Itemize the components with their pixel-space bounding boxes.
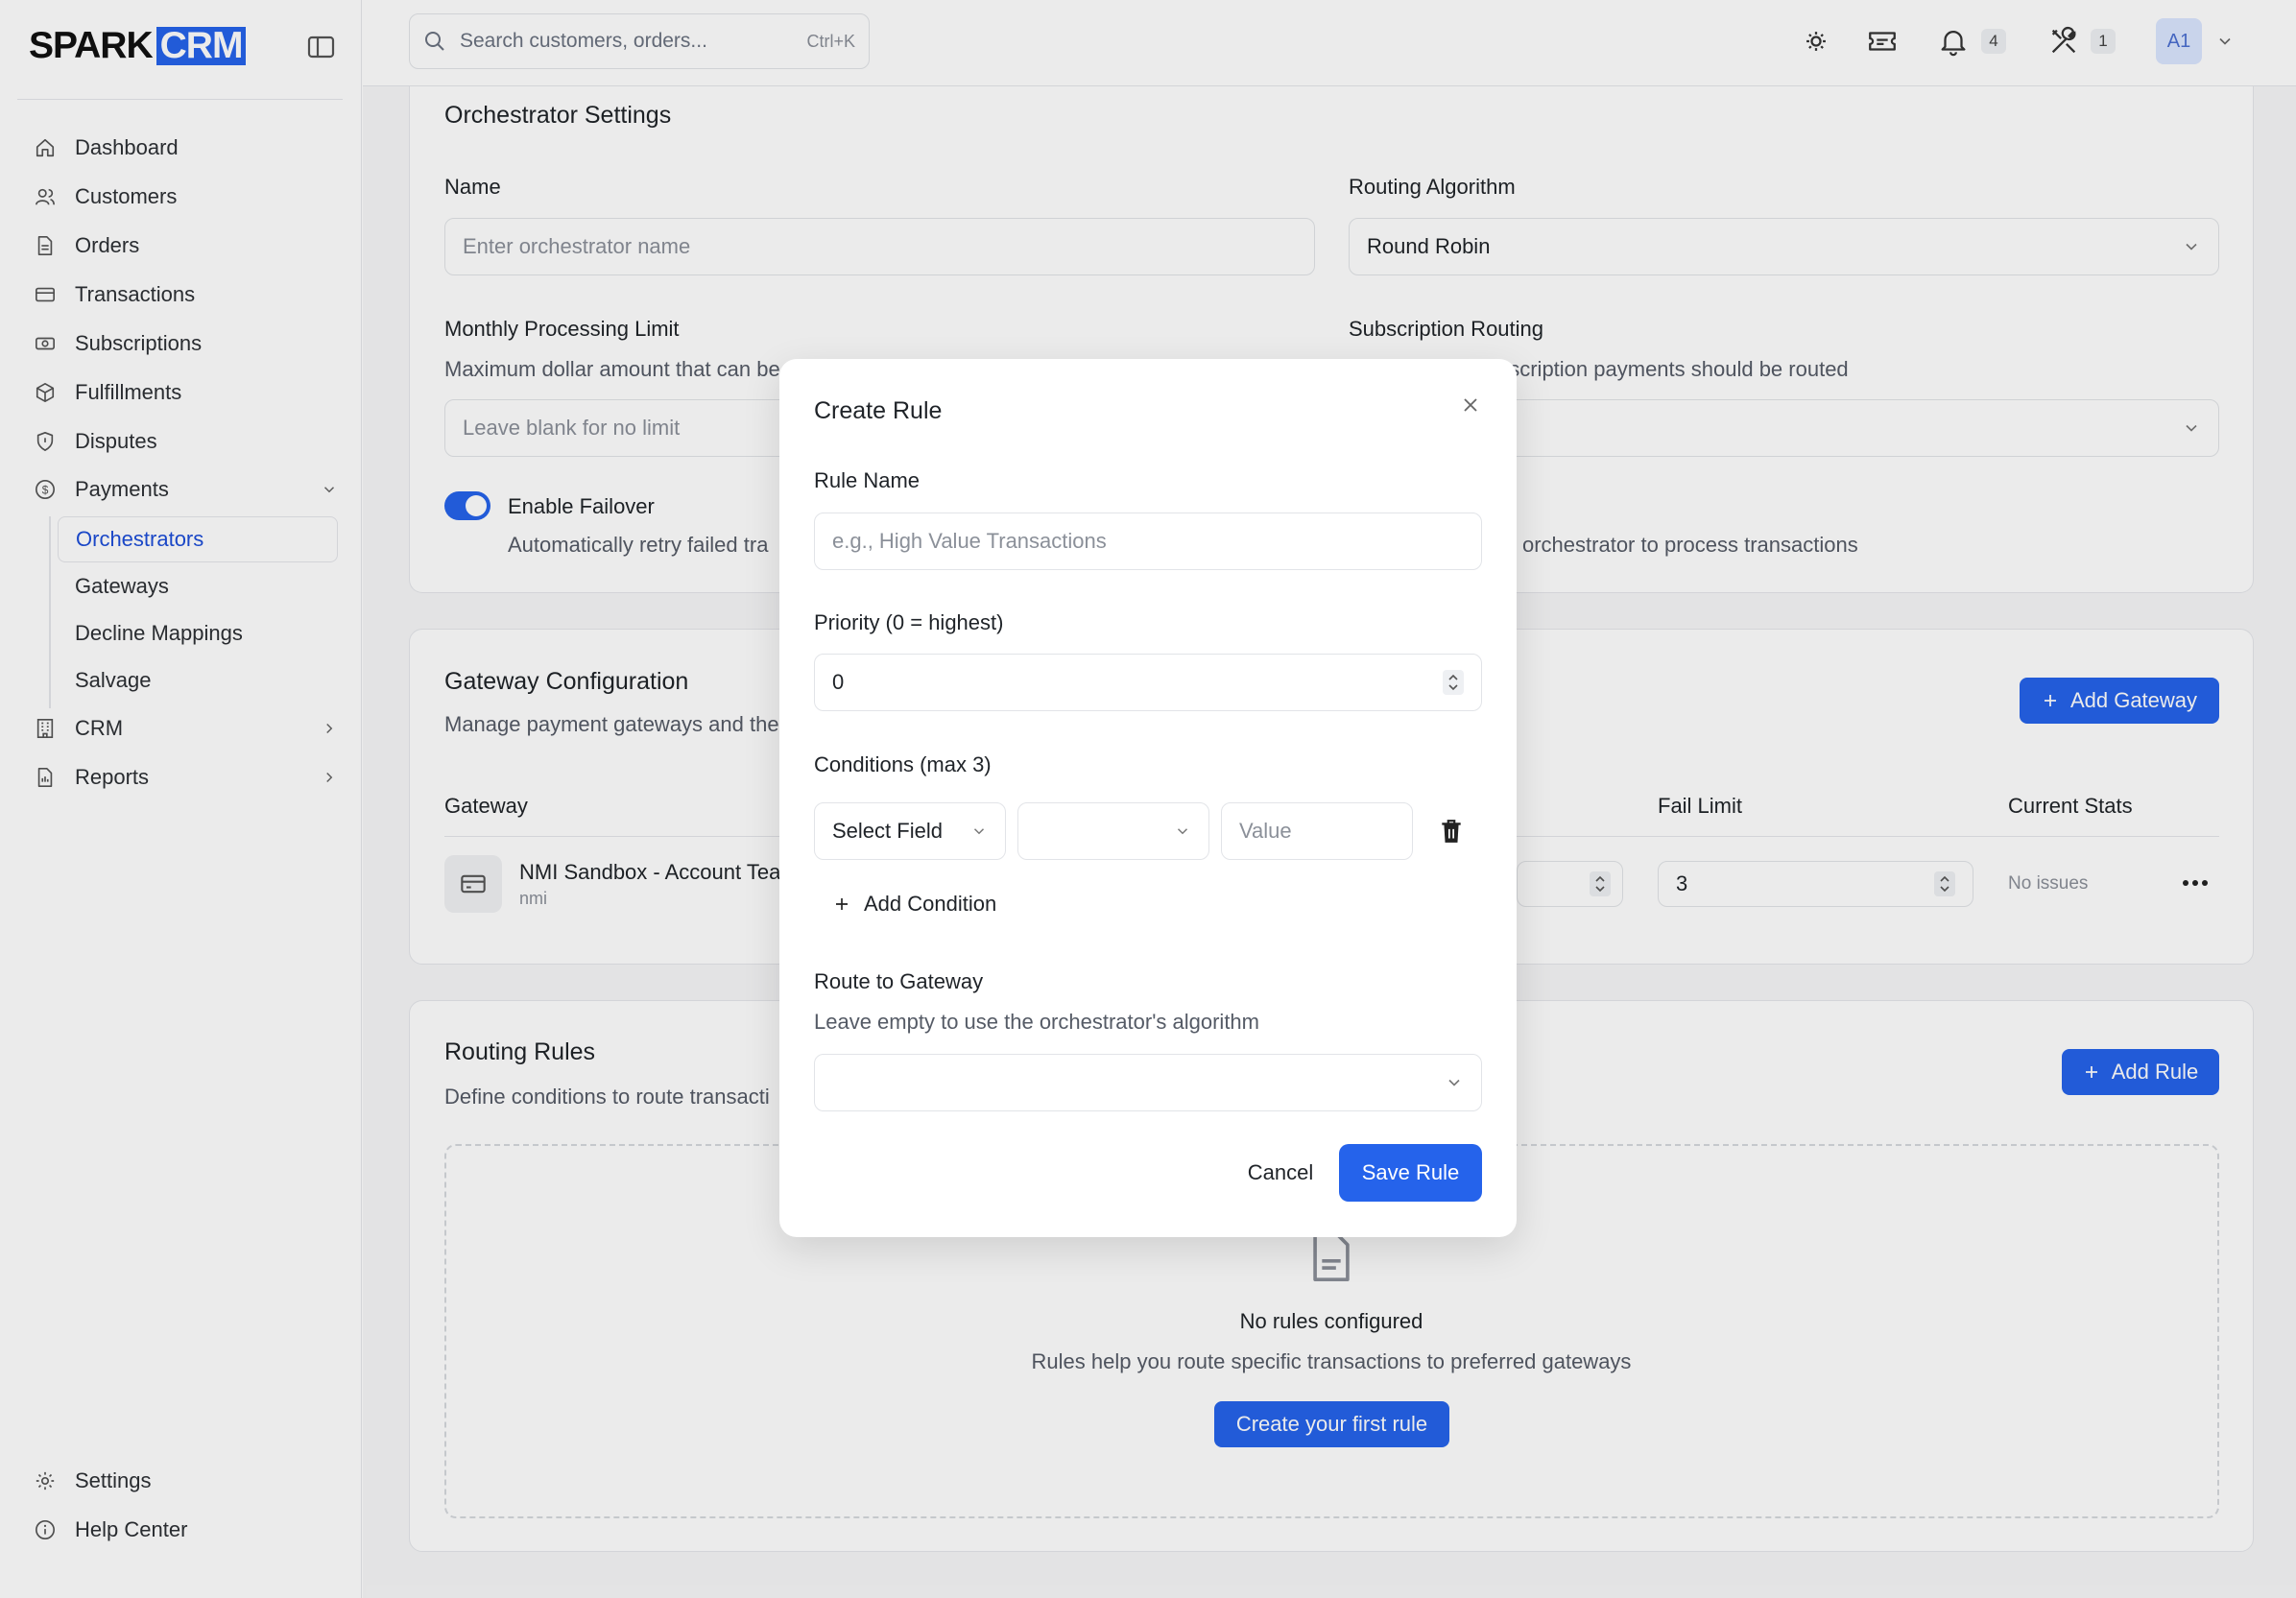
priority-label: Priority (0 = highest) [814,610,1004,634]
condition-operator-select[interactable] [1017,802,1209,860]
modal-title: Create Rule [814,397,943,424]
chevron-down-icon [1174,823,1191,840]
route-to-gateway-help: Leave empty to use the orchestrator's al… [814,1010,1259,1034]
route-to-gateway-select[interactable] [814,1054,1482,1111]
stepper-icon[interactable] [1443,670,1464,695]
close-icon[interactable] [1459,394,1482,417]
condition-field-select[interactable]: Select Field [814,802,1006,860]
add-condition-label: Add Condition [864,892,997,916]
add-condition-button[interactable]: Add Condition [833,892,996,917]
rule-name-placeholder: e.g., High Value Transactions [832,529,1107,553]
save-rule-button[interactable]: Save Rule [1339,1144,1482,1202]
route-to-gateway-label: Route to Gateway [814,969,984,993]
condition-field-value: Select Field [832,819,943,843]
priority-input[interactable]: 0 [814,654,1482,711]
chevron-down-icon [1445,1073,1464,1092]
plus-icon [833,895,850,913]
priority-value: 0 [832,670,845,694]
rule-name-label: Rule Name [814,468,921,492]
cancel-button[interactable]: Cancel [1223,1144,1338,1202]
conditions-label: Conditions (max 3) [814,752,992,776]
create-rule-modal: Create Rule Rule Name e.g., High Value T… [779,359,1517,1237]
condition-value-input[interactable]: Value [1221,802,1413,860]
chevron-down-icon [970,823,988,840]
rule-name-input[interactable]: e.g., High Value Transactions [814,513,1482,570]
condition-value-placeholder: Value [1239,819,1292,843]
trash-icon[interactable] [1439,818,1464,845]
